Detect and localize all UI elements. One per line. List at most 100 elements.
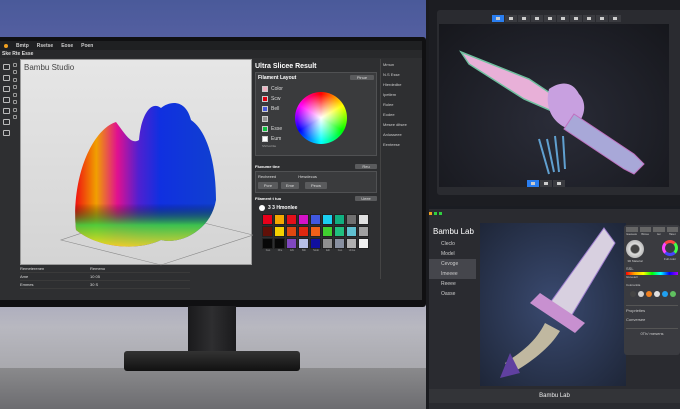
color-cell[interactable] [346,214,357,225]
color-cell[interactable] [358,226,369,237]
color-cell[interactable] [298,214,309,225]
nav-item[interactable]: Cleclo [429,239,476,249]
swatch-item[interactable] [262,114,283,124]
setting-item[interactable]: Mmun [383,62,420,67]
colorant-dot[interactable] [654,291,660,297]
color-cell[interactable] [274,238,285,249]
color-cell[interactable] [262,214,273,225]
nav-item[interactable]: Cevoge [429,259,476,269]
table-row[interactable]: Emmes 30 S [20,281,190,289]
panel-tab[interactable]: Blocee [639,227,651,236]
nav-item[interactable]: Model [429,249,476,259]
radio-button[interactable] [259,205,265,211]
sword-viewport[interactable] [439,24,669,187]
menu-item[interactable]: Bmtp [16,43,29,49]
colorant-dot[interactable] [662,291,668,297]
tool-icon[interactable] [609,15,621,22]
setting-item[interactable]: Eenteese [383,142,420,147]
color-cell[interactable] [346,238,357,249]
option-button[interactable]: Eme [281,182,299,189]
nav-item[interactable]: Imeeee [429,269,476,279]
tool-icon[interactable] [583,15,595,22]
color-cell[interactable] [334,214,345,225]
swatch-item[interactable]: Color [262,84,283,94]
tool-icon[interactable] [570,15,582,22]
color-cell[interactable] [298,226,309,237]
tool-icon[interactable] [13,100,17,104]
tool-icon[interactable] [13,70,17,74]
tool-icon[interactable] [557,15,569,22]
color-cell[interactable] [262,238,273,249]
setting-item[interactable]: Ipetlem [383,92,420,97]
panel-tab[interactable]: Aei [653,227,665,236]
settings-icon[interactable] [596,15,608,22]
option-button[interactable]: Peuw [305,182,327,189]
setting-item[interactable]: N.S Esse [383,72,420,77]
color-cell[interactable] [334,226,345,237]
swatch-item[interactable]: Esse [262,124,283,134]
color-cell[interactable] [310,238,321,249]
tool-icon[interactable] [13,77,17,82]
panel-tab[interactable]: Haset [666,227,678,236]
colorant-dot[interactable] [630,291,636,297]
setting-item[interactable]: Hierdedbe [383,82,420,87]
color-wheel[interactable] [294,92,347,144]
setting-item[interactable]: Eodee [383,112,420,117]
table-row[interactable]: Ame 10 05 [20,273,190,281]
color-cell[interactable] [286,238,297,249]
swatch-item[interactable]: Eum [262,134,283,144]
sword-viewport[interactable] [480,223,626,386]
color-cell[interactable] [358,214,369,225]
color-cell[interactable] [322,226,333,237]
tool-icon[interactable] [13,107,17,112]
tool-icon[interactable] [13,92,17,97]
conversion-item[interactable]: Conversee [626,317,678,322]
menu-item[interactable]: Poen [81,43,93,49]
tool-icon[interactable] [13,115,17,119]
tool-icon[interactable] [13,85,17,89]
pinue-button[interactable]: Pinue [350,75,374,80]
panel-tab[interactable]: Eaeseeie [626,227,638,236]
color-cell[interactable] [286,226,297,237]
color-cell[interactable] [310,226,321,237]
tool-icon[interactable] [531,15,543,22]
color-cell[interactable] [286,214,297,225]
color-cell[interactable] [262,226,273,237]
menu-item[interactable]: Eose [61,43,73,49]
setting-item[interactable]: Rolee [383,102,420,107]
setting-item[interactable]: Mesee ditsee [383,122,420,127]
swatch-item[interactable]: Bell [262,104,283,114]
menu-item[interactable]: Rsetse [37,43,53,49]
color-cell[interactable] [298,238,309,249]
colorant-dot[interactable] [670,291,676,297]
tool-icon[interactable] [553,180,565,187]
home-icon[interactable] [492,15,504,22]
3d-viewport[interactable]: Bambu Studio [20,59,253,266]
tool-icon[interactable] [540,180,552,187]
tool-icon[interactable] [544,15,556,22]
properties-item[interactable]: Proprieties [626,305,678,313]
option-button[interactable]: Pcre [258,182,278,189]
swatch-item[interactable]: Scw [262,94,283,104]
colorant-dot[interactable] [638,291,644,297]
color-cell[interactable] [358,238,369,249]
full-color-icon[interactable] [662,240,678,256]
color-cell[interactable] [310,214,321,225]
material-icon[interactable] [626,240,644,258]
color-cell[interactable] [322,214,333,225]
color-cell[interactable] [346,226,357,237]
setting-item[interactable]: Anlusseee [383,132,420,137]
reu-button[interactable]: Reu [355,164,377,169]
color-cell[interactable] [274,226,285,237]
nav-item[interactable]: Reeee [429,279,476,289]
tool-icon[interactable] [518,15,530,22]
tool-icon[interactable] [13,62,17,67]
tool-icon[interactable] [505,15,517,22]
tool-icon[interactable] [527,180,539,187]
nav-item[interactable]: Oasse [429,289,476,299]
colorant-dot[interactable] [646,291,652,297]
color-cell[interactable] [274,214,285,225]
ueee-button[interactable]: Ueee [355,196,377,201]
color-cell[interactable] [334,238,345,249]
color-cell[interactable] [322,238,333,249]
